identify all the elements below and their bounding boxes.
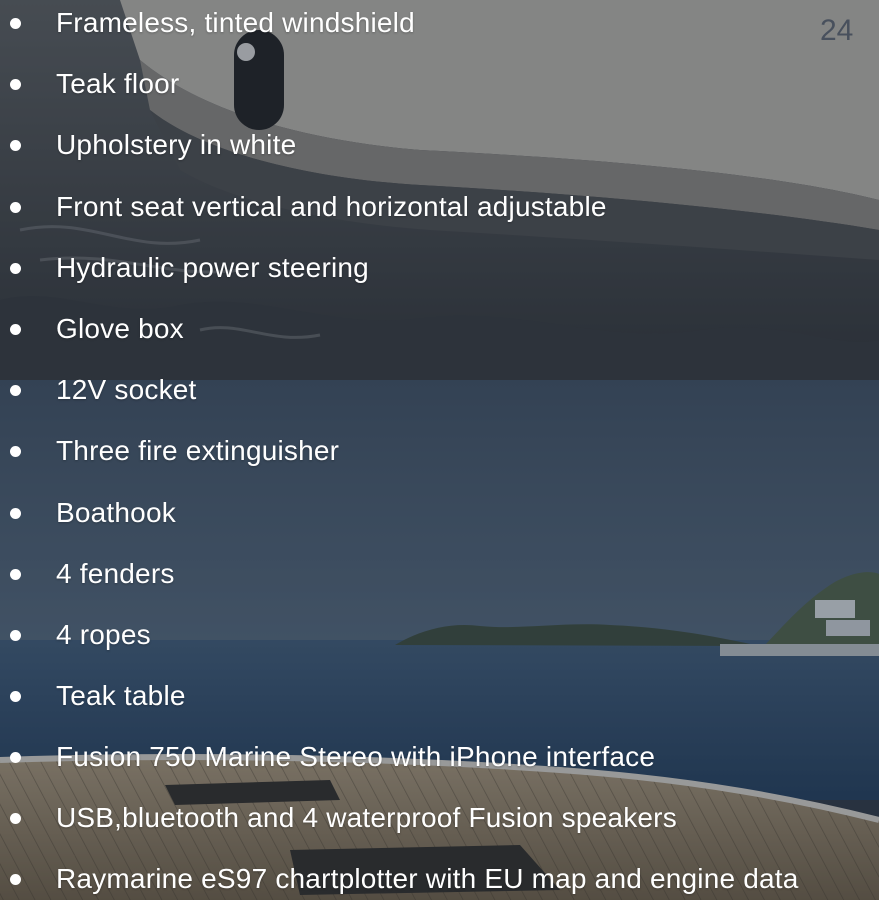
list-item: Boathook: [0, 493, 879, 533]
feature-label: 12V socket: [56, 374, 197, 405]
bullet-icon: [10, 690, 21, 702]
bullet-icon: [10, 751, 21, 763]
bullet-icon: [10, 873, 21, 885]
list-item: USB,bluetooth and 4 waterproof Fusion sp…: [0, 798, 879, 838]
feature-label: Fusion 750 Marine Stereo with iPhone int…: [56, 741, 656, 772]
feature-label: 4 fenders: [56, 558, 175, 589]
list-item: Teak floor: [0, 64, 879, 104]
feature-label: Teak table: [56, 680, 186, 711]
list-item: 4 ropes: [0, 615, 879, 655]
list-item: Upholstery in white: [0, 125, 879, 165]
list-item: 12V socket: [0, 370, 879, 410]
feature-label: Three fire extinguisher: [56, 435, 340, 466]
list-item: Front seat vertical and horizontal adjus…: [0, 187, 879, 227]
list-item: Teak table: [0, 676, 879, 716]
bullet-icon: [10, 445, 21, 457]
bullet-icon: [10, 507, 21, 519]
feature-label: Frameless, tinted windshield: [56, 7, 415, 38]
list-item: Three fire extinguisher: [0, 431, 879, 471]
list-item: Raymarine eS97 chartplotter with EU map …: [0, 859, 879, 899]
bullet-icon: [10, 139, 21, 151]
bullet-icon: [10, 384, 21, 396]
bullet-icon: [10, 629, 21, 641]
feature-label: Hydraulic power steering: [56, 252, 369, 283]
feature-label: Glove box: [56, 313, 184, 344]
bullet-icon: [10, 323, 21, 335]
bullet-icon: [10, 17, 21, 29]
bullet-icon: [10, 812, 21, 824]
feature-label: Front seat vertical and horizontal adjus…: [56, 191, 607, 222]
bullet-icon: [10, 201, 21, 213]
list-item: Hydraulic power steering: [0, 248, 879, 288]
bullet-icon: [10, 262, 21, 274]
list-item: 4 fenders: [0, 554, 879, 594]
list-item: Glove box: [0, 309, 879, 349]
bullet-icon: [10, 568, 21, 580]
list-item: Fusion 750 Marine Stereo with iPhone int…: [0, 737, 879, 777]
feature-label: Upholstery in white: [56, 129, 297, 160]
bullet-icon: [10, 78, 21, 90]
feature-label: 4 ropes: [56, 619, 151, 650]
feature-label: Boathook: [56, 497, 176, 528]
feature-label: Raymarine eS97 chartplotter with EU map …: [56, 863, 799, 894]
feature-label: Teak floor: [56, 68, 180, 99]
feature-label: USB,bluetooth and 4 waterproof Fusion sp…: [56, 802, 677, 833]
list-item: Frameless, tinted windshield: [0, 3, 879, 43]
